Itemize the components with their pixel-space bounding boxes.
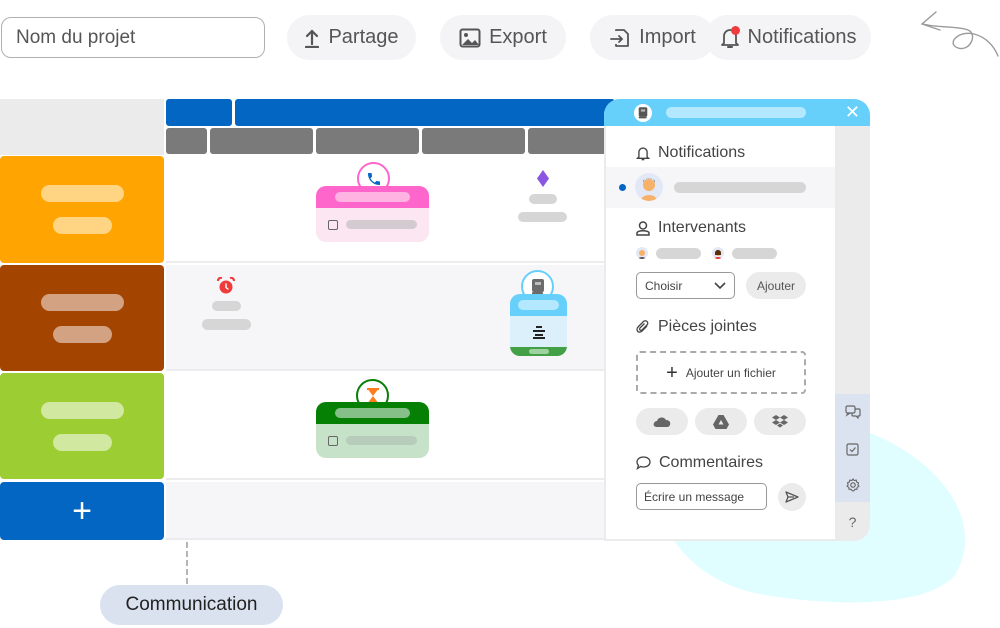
card-title-placeholder (335, 192, 410, 202)
add-file-label: Ajouter un fichier (685, 365, 776, 380)
bell-icon (636, 146, 650, 160)
reminder-date-placeholder (202, 319, 251, 330)
grid-corner (0, 99, 164, 155)
diamond-icon (537, 170, 549, 187)
communication-tag: Communication (100, 585, 283, 625)
task-card-phone[interactable] (316, 186, 429, 242)
google-drive-button[interactable] (695, 408, 747, 435)
intervenants-section-title: Intervenants (636, 219, 746, 237)
chat-icon[interactable] (835, 402, 870, 422)
checkbox-icon[interactable] (835, 439, 870, 459)
avatar (635, 173, 663, 201)
avatar (712, 247, 724, 259)
row-cell-4 (166, 482, 606, 540)
bell-icon (720, 25, 740, 49)
row-subtitle-placeholder (52, 433, 112, 451)
row-title-placeholder (40, 185, 124, 202)
project-name-input[interactable] (1, 17, 265, 58)
row-label-2[interactable] (0, 265, 164, 371)
upload-icon (305, 28, 320, 48)
book-icon (531, 278, 544, 294)
export-label: Export (489, 26, 547, 48)
task-checkbox[interactable] (328, 435, 338, 446)
participant-name-placeholder (656, 248, 701, 259)
panel-title-placeholder (666, 107, 806, 118)
comments-section-title: Commentaires (636, 454, 763, 472)
alarm-clock-icon (217, 277, 235, 294)
share-button[interactable]: Partage (287, 15, 416, 60)
chevron-down-icon (714, 281, 726, 289)
panel-rail: ? (835, 126, 870, 541)
milestone-date-placeholder (518, 212, 567, 222)
timeline-header-month[interactable] (166, 99, 232, 126)
notifications-section-title: Notifications (636, 144, 745, 162)
row-title-placeholder (40, 293, 124, 311)
task-card-pending[interactable] (316, 402, 429, 458)
row-title-placeholder (40, 401, 124, 419)
dropbox-button[interactable] (754, 408, 806, 435)
timeline-header-week[interactable] (316, 128, 419, 154)
cloud-storage-button[interactable] (636, 408, 688, 435)
help-icon[interactable]: ? (835, 512, 870, 532)
paperclip-icon (636, 319, 649, 333)
notification-text-placeholder (674, 182, 806, 193)
align-center-icon (532, 325, 545, 339)
plus-icon: + (72, 492, 92, 530)
timeline-header-week[interactable] (528, 128, 608, 154)
send-icon (785, 491, 799, 503)
notifications-button[interactable]: Notifications (705, 15, 871, 60)
import-button[interactable]: Import (590, 15, 715, 60)
timeline-header-week[interactable] (422, 128, 525, 154)
participant-name-placeholder (732, 248, 777, 259)
attachments-section-title: Pièces jointes (636, 318, 757, 336)
cloud-icon (653, 417, 671, 427)
send-button[interactable] (778, 483, 806, 511)
plus-icon: + (666, 361, 678, 384)
add-row-button[interactable]: + (0, 482, 164, 540)
milestone-title-placeholder (529, 194, 557, 204)
notification-item[interactable] (606, 167, 835, 208)
timeline-header-week[interactable] (210, 128, 313, 154)
comment-icon (636, 456, 651, 470)
timeline-header-week[interactable] (166, 128, 207, 154)
connector-line (186, 542, 188, 584)
row-subtitle-placeholder (52, 325, 112, 343)
book-icon (634, 104, 652, 122)
card-text-placeholder (346, 220, 417, 229)
file-import-icon (610, 28, 630, 47)
import-label: Import (639, 26, 696, 48)
unread-dot (730, 25, 740, 35)
row-label-3[interactable] (0, 373, 164, 479)
timeline-header-month[interactable] (235, 99, 615, 126)
card-text-placeholder (346, 436, 417, 445)
avatar (636, 247, 648, 259)
curved-arrow-icon (920, 11, 999, 57)
export-button[interactable]: Export (440, 15, 566, 60)
add-participant-button[interactable]: Ajouter (746, 272, 806, 299)
row-label-1[interactable] (0, 156, 164, 263)
details-panel: ✕ Notifications Intervenants Choisir Ajo… (604, 99, 870, 541)
notifications-label: Notifications (747, 26, 857, 48)
unread-dot (619, 184, 626, 191)
dropbox-icon (772, 415, 788, 428)
gear-icon[interactable] (835, 475, 870, 495)
phone-icon (367, 172, 380, 185)
card-footer-placeholder (528, 349, 549, 354)
task-card-document[interactable] (510, 294, 567, 356)
card-title-placeholder (335, 408, 410, 418)
user-icon (636, 220, 650, 236)
row-subtitle-placeholder (52, 217, 112, 234)
task-checkbox[interactable] (328, 219, 338, 230)
card-title-placeholder (518, 300, 559, 310)
participant-select[interactable]: Choisir (636, 272, 735, 299)
share-label: Partage (328, 26, 399, 48)
comment-input[interactable] (636, 483, 767, 510)
reminder-title-placeholder (212, 301, 241, 311)
image-icon (459, 28, 481, 47)
panel-header: ✕ (604, 99, 870, 126)
add-file-dropzone[interactable]: + Ajouter un fichier (636, 351, 806, 394)
google-drive-icon (713, 414, 729, 429)
close-icon[interactable]: ✕ (845, 102, 860, 122)
